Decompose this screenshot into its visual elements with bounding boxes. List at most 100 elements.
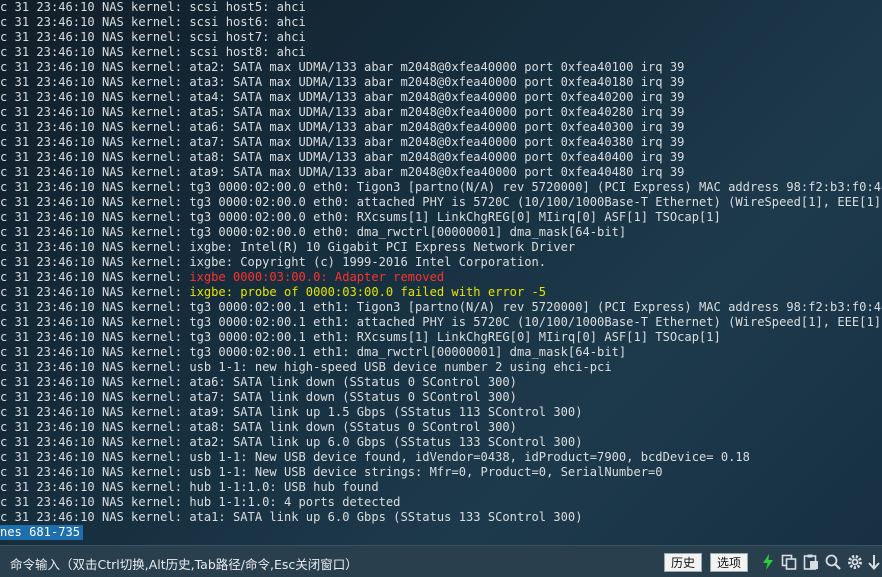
log-source: NAS kernel: [101,105,183,119]
log-line: c 31 23:46:10 NAS kernel: ata2: SATA lin… [0,435,882,450]
log-message: scsi host5: ahci [189,0,306,14]
lightning-icon[interactable] [759,553,777,571]
log-message: ata6: SATA link down (SStatus 0 SControl… [189,375,517,389]
log-line: c 31 23:46:10 NAS kernel: usb 1-1: new h… [0,360,882,375]
log-source: NAS kernel: [101,420,183,434]
log-timestamp: c 31 23:46:10 [0,180,95,194]
log-timestamp: c 31 23:46:10 [0,240,95,254]
log-timestamp: c 31 23:46:10 [0,0,95,14]
log-line: c 31 23:46:10 NAS kernel: ata8: SATA max… [0,150,882,165]
log-timestamp: c 31 23:46:10 [0,120,95,134]
log-line: c 31 23:46:10 NAS kernel: ata2: SATA max… [0,60,882,75]
search-icon[interactable] [824,553,842,571]
log-timestamp: c 31 23:46:10 [0,15,95,29]
log-timestamp: c 31 23:46:10 [0,480,95,494]
log-message: ata5: SATA max UDMA/133 abar m2048@0xfea… [189,105,685,119]
log-timestamp: c 31 23:46:10 [0,210,95,224]
log-message: usb 1-1: New USB device found, idVendor=… [189,450,750,464]
log-source: NAS kernel: [101,30,183,44]
log-timestamp: c 31 23:46:10 [0,315,95,329]
log-timestamp: c 31 23:46:10 [0,330,95,344]
log-message: scsi host6: ahci [189,15,306,29]
log-line: c 31 23:46:10 NAS kernel: tg3 0000:02:00… [0,195,882,210]
log-timestamp: c 31 23:46:10 [0,465,95,479]
log-source: NAS kernel: [101,405,183,419]
pager-status: nes 681-735 [0,525,84,540]
log-message: ixgbe 0000:03:00.0: Adapter removed [189,270,445,284]
log-message: ata7: SATA link down (SStatus 0 SControl… [189,390,517,404]
log-timestamp: c 31 23:46:10 [0,390,95,404]
log-line: c 31 23:46:10 NAS kernel: scsi host6: ah… [0,15,882,30]
terminal-output[interactable]: c 31 23:46:10 NAS kernel: scsi host5: ah… [0,0,882,545]
log-source: NAS kernel: [101,120,183,134]
log-line: c 31 23:46:10 NAS kernel: ata7: SATA max… [0,135,882,150]
log-line: c 31 23:46:10 NAS kernel: ata9: SATA lin… [0,405,882,420]
log-timestamp: c 31 23:46:10 [0,225,95,239]
log-message: ata9: SATA link up 1.5 Gbps (SStatus 113… [189,405,583,419]
log-line: c 31 23:46:10 NAS kernel: tg3 0000:02:00… [0,210,882,225]
log-line: c 31 23:46:10 NAS kernel: tg3 0000:02:00… [0,315,882,330]
log-source: NAS kernel: [101,0,183,14]
log-message: ata3: SATA max UDMA/133 abar m2048@0xfea… [189,75,685,89]
log-source: NAS kernel: [101,150,183,164]
log-message: hub 1-1:1.0: USB hub found [189,480,379,494]
log-message: tg3 0000:02:00.0 eth0: attached PHY is 5… [189,195,882,209]
log-timestamp: c 31 23:46:10 [0,30,95,44]
log-line: c 31 23:46:10 NAS kernel: usb 1-1: New U… [0,465,882,480]
log-line: c 31 23:46:10 NAS kernel: usb 1-1: New U… [0,450,882,465]
log-line: c 31 23:46:10 NAS kernel: hub 1-1:1.0: 4… [0,495,882,510]
log-line: c 31 23:46:10 NAS kernel: scsi host5: ah… [0,0,882,15]
log-message: ata6: SATA max UDMA/133 abar m2048@0xfea… [189,120,685,134]
log-lines: c 31 23:46:10 NAS kernel: scsi host5: ah… [0,0,882,525]
log-source: NAS kernel: [101,435,183,449]
command-bar: 命令输入（双击Ctrl切换,Alt历史,Tab路径/命令,Esc关闭窗口） 历史… [0,545,882,577]
log-line: c 31 23:46:10 NAS kernel: ixgbe 0000:03:… [0,270,882,285]
log-line: c 31 23:46:10 NAS kernel: tg3 0000:02:00… [0,225,882,240]
log-timestamp: c 31 23:46:10 [0,75,95,89]
log-message: tg3 0000:02:00.1 eth1: attached PHY is 5… [189,315,882,329]
log-source: NAS kernel: [101,465,183,479]
log-timestamp: c 31 23:46:10 [0,165,95,179]
log-timestamp: c 31 23:46:10 [0,450,95,464]
log-source: NAS kernel: [101,285,183,299]
log-source: NAS kernel: [101,210,183,224]
log-source: NAS kernel: [101,375,183,389]
log-source: NAS kernel: [101,510,183,524]
gear-icon[interactable] [846,553,864,571]
log-line: c 31 23:46:10 NAS kernel: ixgbe: Intel(R… [0,240,882,255]
log-timestamp: c 31 23:46:10 [0,510,95,524]
log-message: ata9: SATA max UDMA/133 abar m2048@0xfea… [189,165,685,179]
log-line: c 31 23:46:10 NAS kernel: ixgbe: Copyrig… [0,255,882,270]
log-timestamp: c 31 23:46:10 [0,150,95,164]
log-message: tg3 0000:02:00.0 eth0: dma_rwctrl[000000… [189,225,627,239]
log-source: NAS kernel: [101,450,183,464]
log-source: NAS kernel: [101,180,183,194]
log-timestamp: c 31 23:46:10 [0,270,95,284]
log-message: ixgbe: Copyright (c) 1999-2016 Intel Cor… [189,255,547,269]
options-button[interactable]: 选项 [710,553,749,572]
log-timestamp: c 31 23:46:10 [0,195,95,209]
log-line: c 31 23:46:10 NAS kernel: ata6: SATA max… [0,120,882,135]
log-line: c 31 23:46:10 NAS kernel: tg3 0000:02:00… [0,300,882,315]
log-timestamp: c 31 23:46:10 [0,135,95,149]
log-message: ata7: SATA max UDMA/133 abar m2048@0xfea… [189,135,685,149]
log-line: c 31 23:46:10 NAS kernel: ata4: SATA max… [0,90,882,105]
copy-icon[interactable] [780,553,798,571]
arrow-down-icon[interactable] [866,553,882,571]
log-line: c 31 23:46:10 NAS kernel: ata3: SATA max… [0,75,882,90]
log-source: NAS kernel: [101,315,183,329]
history-button[interactable]: 历史 [664,553,703,572]
log-source: NAS kernel: [101,330,183,344]
log-source: NAS kernel: [101,15,183,29]
log-message: ata2: SATA link up 6.0 Gbps (SStatus 133… [189,435,583,449]
log-message: scsi host7: ahci [189,30,306,44]
log-line: c 31 23:46:10 NAS kernel: ata5: SATA max… [0,105,882,120]
log-timestamp: c 31 23:46:10 [0,105,95,119]
paste-icon[interactable] [802,553,820,571]
log-timestamp: c 31 23:46:10 [0,495,95,509]
log-source: NAS kernel: [101,135,183,149]
log-message: ata4: SATA max UDMA/133 abar m2048@0xfea… [189,90,685,104]
log-source: NAS kernel: [101,495,183,509]
log-timestamp: c 31 23:46:10 [0,345,95,359]
command-input[interactable]: 命令输入（双击Ctrl切换,Alt历史,Tab路径/命令,Esc关闭窗口） [10,554,358,573]
